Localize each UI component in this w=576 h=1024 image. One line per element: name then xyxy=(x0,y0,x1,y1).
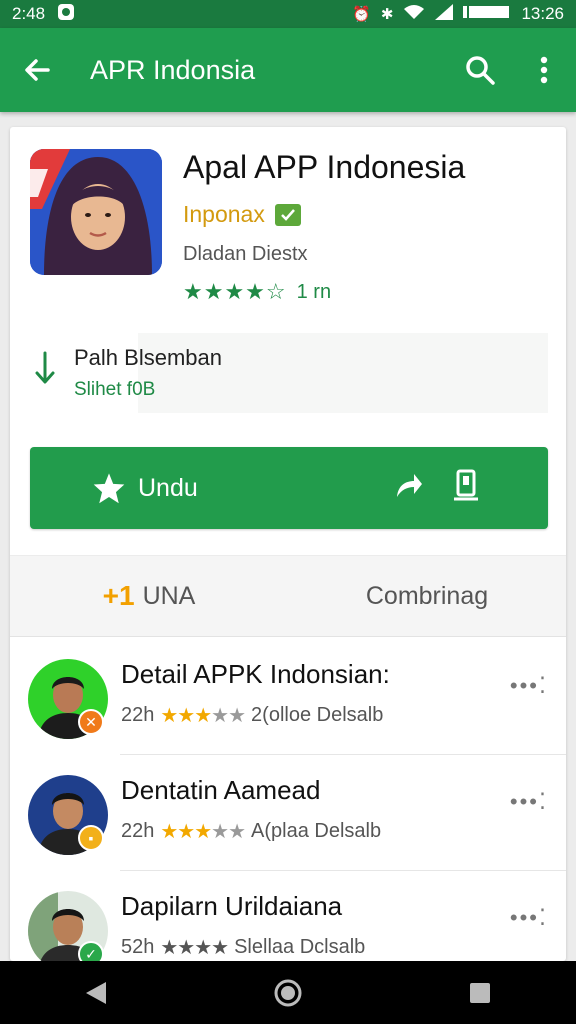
app-icon[interactable] xyxy=(30,149,162,275)
developer-row[interactable]: Inponax xyxy=(183,201,301,228)
review-badge-icon: ▪ xyxy=(78,825,104,851)
tab-bar: +1 UNA Combrinag xyxy=(10,555,566,637)
tab-una-label: UNA xyxy=(142,581,196,610)
install-button[interactable]: Undu xyxy=(30,447,548,529)
more-horiz-icon[interactable]: •••⁚ xyxy=(510,673,548,699)
nav-home-icon xyxy=(274,979,302,1006)
wifi-icon xyxy=(403,4,425,24)
rating-row: ★★★★☆ 1 rn xyxy=(183,279,331,305)
review-title: Dentatin Aamead xyxy=(121,775,321,805)
app-bar: APR Indonsia xyxy=(0,28,576,112)
download-icon xyxy=(35,351,55,384)
review-meta-text: A(plaa Delsalb xyxy=(251,820,382,842)
battery-icon xyxy=(463,5,511,23)
review-count: 22h xyxy=(121,704,155,726)
review-meta: 22h ★★★★★ 2(olloe Delsalb xyxy=(121,703,383,728)
rating-count: 1 rn xyxy=(296,280,332,303)
bluetooth-icon: ✱ xyxy=(380,6,394,23)
download-size: Slihet f0B xyxy=(74,379,156,400)
nav-back-button[interactable] xyxy=(56,961,136,1024)
nav-recents-button[interactable] xyxy=(440,961,520,1024)
tab-combrinag[interactable]: Combrinag xyxy=(288,556,566,636)
app-header: Apal APP Indonesia Inponax Dladan Diestx… xyxy=(10,127,566,317)
review-item[interactable]: ✕ Detail APPK Indonsian: 22h ★★★★★ 2(oll… xyxy=(10,639,566,755)
review-stars: ★★★★★ xyxy=(160,705,246,727)
review-title: Dapilarn Urildaiana xyxy=(121,891,343,921)
app-category: Dladan Diestx xyxy=(183,243,308,265)
star-icon xyxy=(92,472,126,504)
review-meta: 22h ★★★★★ A(plaa Delsalb xyxy=(121,819,381,844)
rating-stars: ★★★★☆ xyxy=(183,279,287,304)
review-badge-icon: ✓ xyxy=(78,941,104,961)
tab-combrinag-label: Combrinag xyxy=(365,581,489,610)
tab-una[interactable]: +1 UNA xyxy=(10,556,288,636)
alarm-icon: ⏰ xyxy=(352,6,371,23)
verified-badge-icon xyxy=(274,203,301,226)
back-arrow-icon xyxy=(25,59,50,81)
review-count: 22h xyxy=(121,820,155,842)
review-title: Detail APPK Indonsian: xyxy=(121,659,390,689)
wishlist-icon[interactable] xyxy=(452,469,480,508)
review-item[interactable]: ▪ Dentatin Aamead 22h ★★★★★ A(plaa Delsa… xyxy=(10,755,566,871)
review-meta-text: 2(olloe Delsalb xyxy=(251,704,384,726)
nav-recents-icon xyxy=(470,982,490,1003)
nav-back-icon xyxy=(86,981,106,1004)
download-title: Palh Blsemban xyxy=(74,345,222,370)
plus-one-icon: +1 xyxy=(102,580,135,611)
review-count: 52h xyxy=(121,936,155,958)
review-stars: ★★★★★ xyxy=(160,821,246,843)
review-meta: 52h ★★★★ Slellaa Dclsalb xyxy=(121,935,365,960)
back-button[interactable] xyxy=(0,28,74,112)
review-badge-icon: ✕ xyxy=(78,709,104,735)
review-stars: ★★★★ xyxy=(160,937,229,959)
more-horiz-icon[interactable]: •••⁚ xyxy=(510,789,548,815)
status-time-right: 13:26 xyxy=(521,4,564,23)
search-icon xyxy=(466,56,495,85)
overflow-menu-button[interactable] xyxy=(512,28,576,112)
install-button-label: Undu xyxy=(138,473,198,502)
app-name: Apal APP Indonesia xyxy=(183,149,466,185)
app-details-card: Apal APP Indonesia Inponax Dladan Diestx… xyxy=(10,127,566,961)
status-bar: 2:48 ⏰ ✱ 13:26 xyxy=(0,0,576,28)
status-time-left: 2:48 xyxy=(12,4,46,23)
system-nav-bar xyxy=(0,961,576,1024)
signal-icon xyxy=(435,4,454,24)
review-item[interactable]: ✓ Dapilarn Urildaiana 52h ★★★★ Slellaa D… xyxy=(10,871,566,961)
search-button[interactable] xyxy=(448,28,512,112)
download-size-row: Palh Blsemban Slihet f0B xyxy=(10,327,566,419)
review-meta-text: Slellaa Dclsalb xyxy=(234,936,366,958)
share-icon[interactable] xyxy=(394,469,424,506)
developer-name[interactable]: Inponax xyxy=(183,201,265,228)
nav-home-button[interactable] xyxy=(248,961,328,1024)
more-vert-icon xyxy=(540,56,548,84)
more-horiz-icon[interactable]: •••⁚ xyxy=(510,905,548,931)
app-bar-title: APR Indonsia xyxy=(90,54,256,85)
notification-icon xyxy=(57,3,75,25)
